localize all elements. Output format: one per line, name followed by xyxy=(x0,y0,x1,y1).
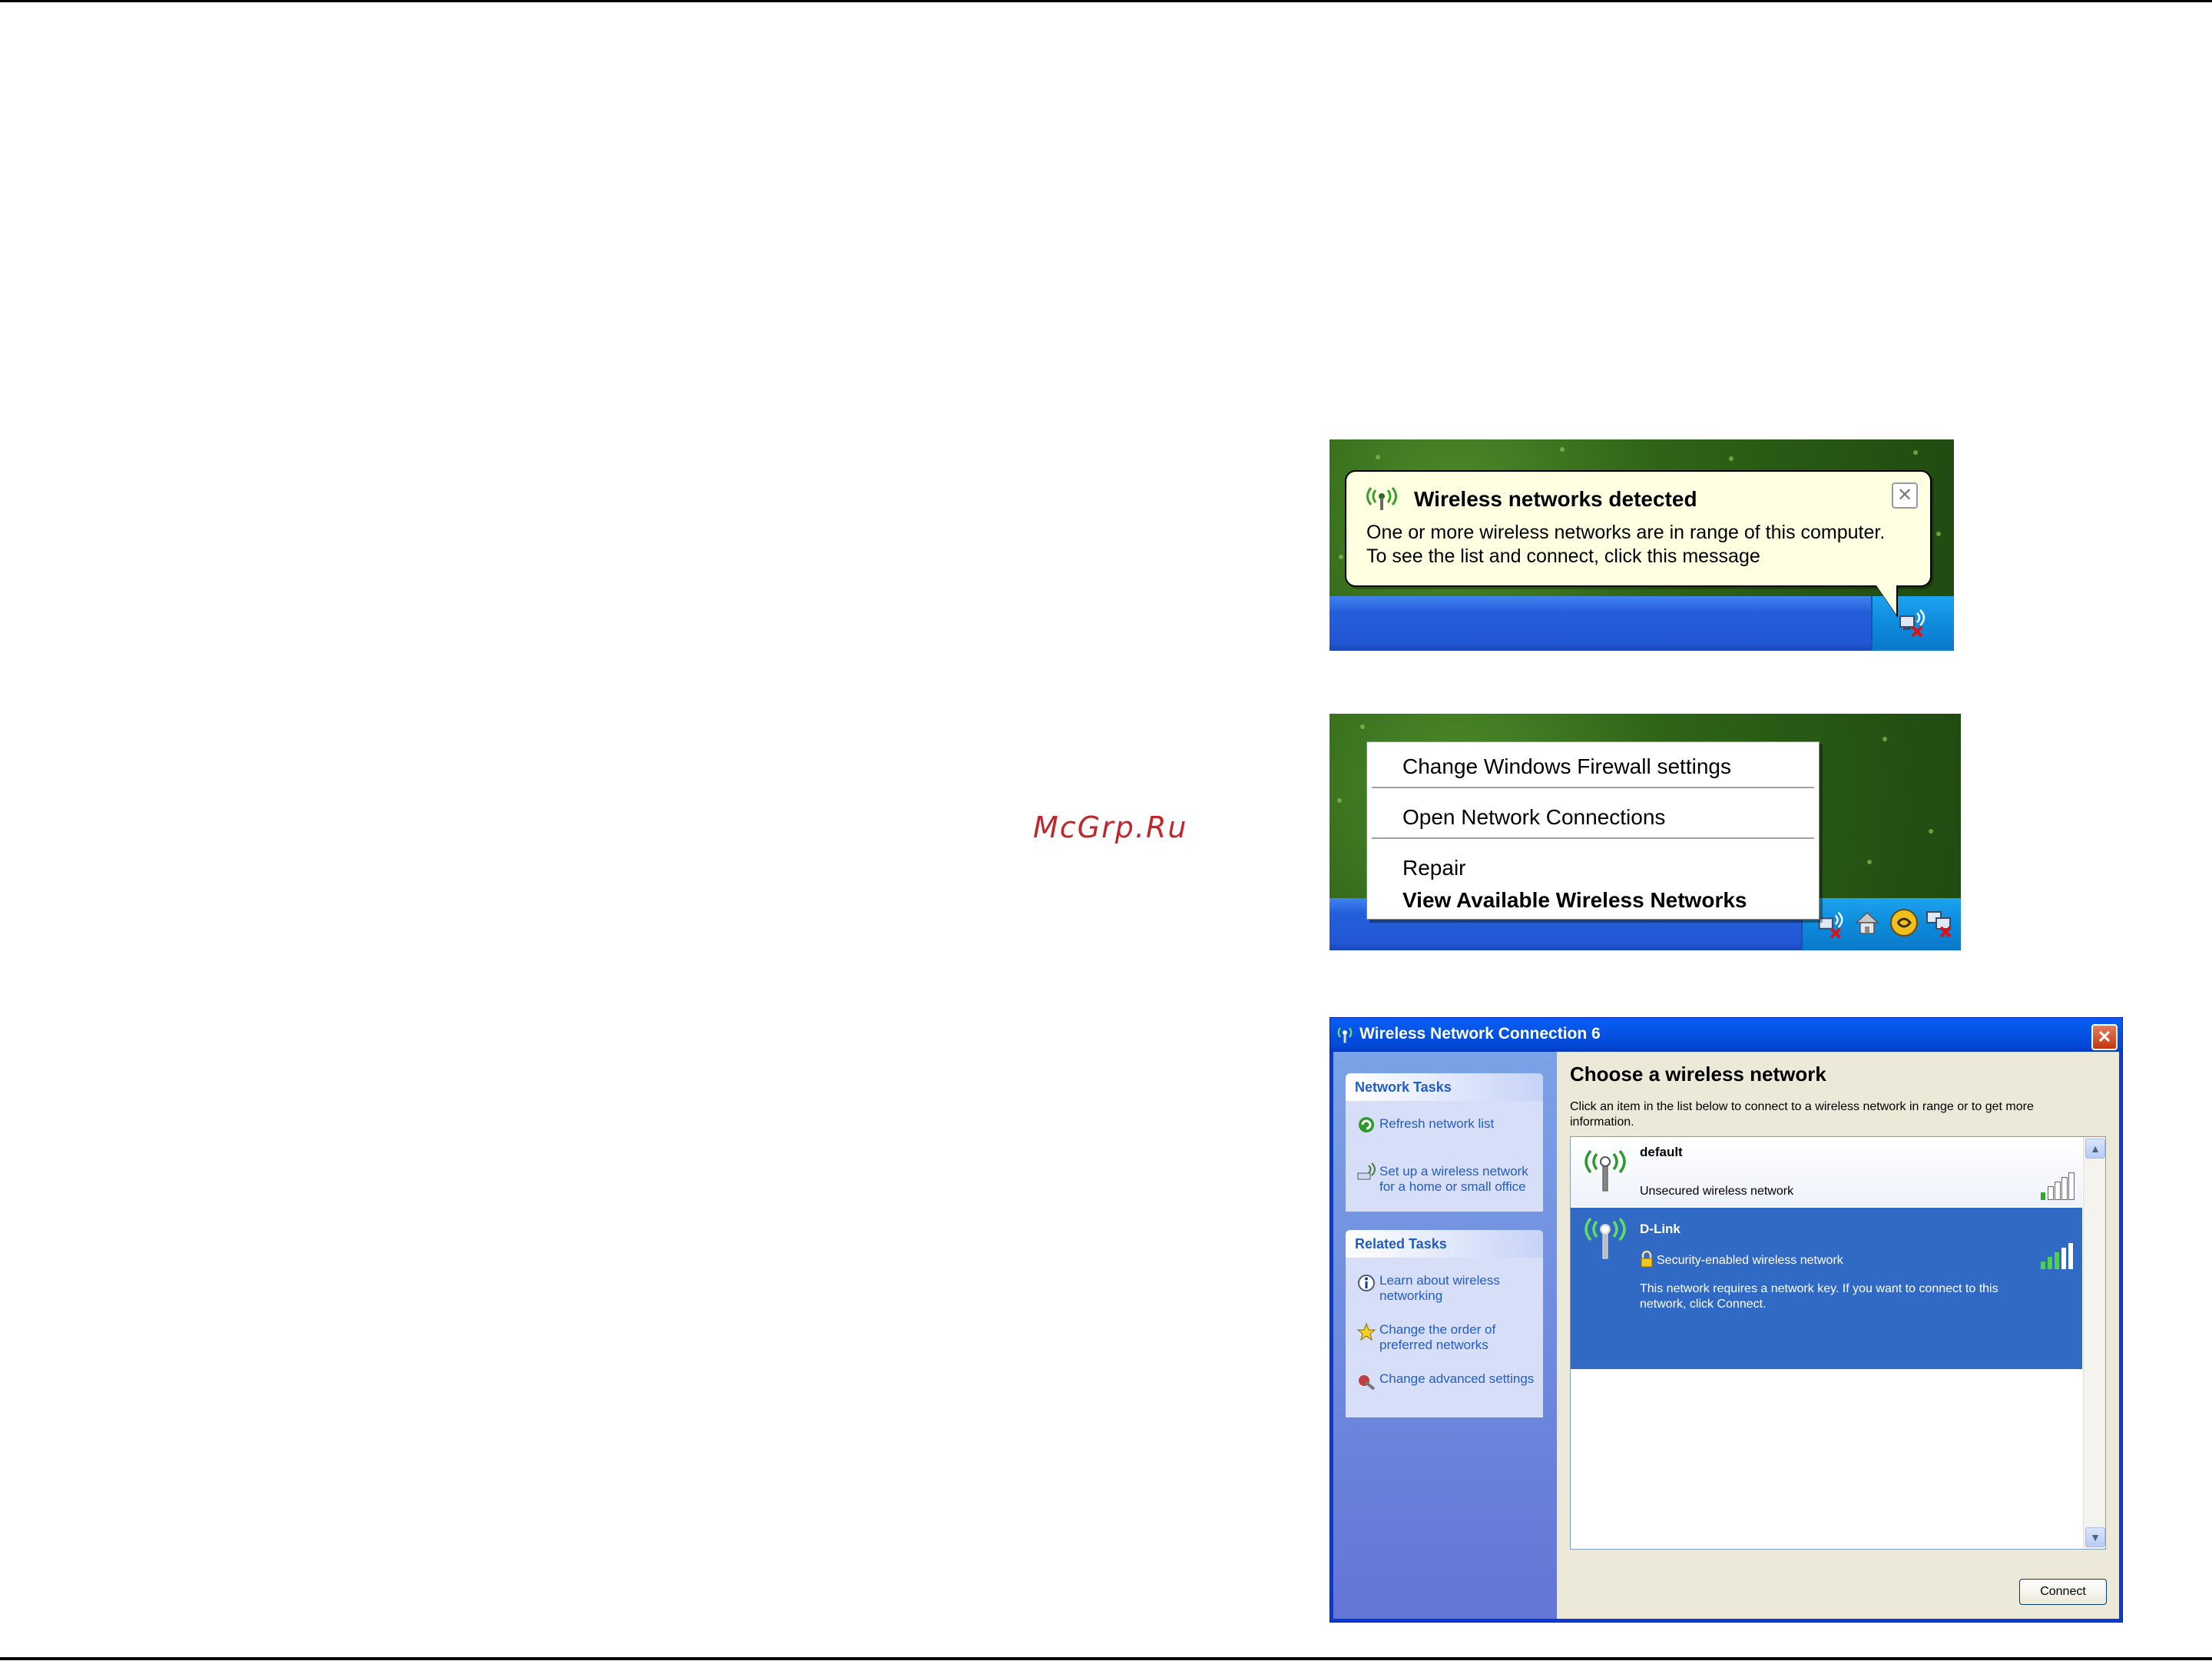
security-shield-icon[interactable] xyxy=(1889,907,1919,938)
context-menu-screenshot: Change Windows Firewall settings Open Ne… xyxy=(1330,714,1961,950)
taskbar xyxy=(1330,596,1954,651)
wireless-network-connection-dialog: Wireless Network Connection 6 ✕ Network … xyxy=(1330,1017,2123,1623)
network-tasks-box: Network Tasks Refresh network list Set u… xyxy=(1346,1073,1543,1212)
settings-icon xyxy=(1359,1375,1376,1391)
refresh-icon xyxy=(1359,1117,1374,1132)
menu-separator xyxy=(1372,837,1814,839)
main-pane: Choose a wireless network Click an item … xyxy=(1557,1052,2119,1619)
wireless-network-list[interactable]: default Unsecured wireless network D-Lin… xyxy=(1570,1136,2106,1550)
menu-item-change-firewall[interactable]: Change Windows Firewall settings xyxy=(1402,754,1731,779)
home-icon[interactable] xyxy=(1853,909,1881,937)
network-name: D-Link xyxy=(1640,1222,1681,1236)
related-tasks-header[interactable]: Related Tasks xyxy=(1346,1230,1543,1258)
network-detail: This network requires a network key. If … xyxy=(1640,1282,1998,1311)
network-disconnected-icon[interactable] xyxy=(1924,907,1956,938)
network-item-default[interactable]: default Unsecured wireless network xyxy=(1571,1137,2082,1206)
top-rule xyxy=(0,0,2212,2)
star-icon xyxy=(1356,1322,1376,1341)
connect-button[interactable]: Connect xyxy=(2019,1579,2107,1605)
system-tray xyxy=(1801,898,1961,950)
signal-strength-icon xyxy=(2041,1172,2076,1200)
network-security-status: Unsecured wireless network xyxy=(1640,1185,1794,1198)
tray-context-menu: Change Windows Firewall settings Open Ne… xyxy=(1366,741,1820,920)
scroll-down-button[interactable]: ▼ xyxy=(2085,1527,2105,1547)
notification-screenshot: Wireless networks detected One or more w… xyxy=(1330,439,1954,651)
balloon-message-line-2: To see the list and connect, click this … xyxy=(1366,545,1760,567)
dialog-body: Network Tasks Refresh network list Set u… xyxy=(1333,1052,2119,1619)
dialog-title: Wireless Network Connection 6 xyxy=(1359,1025,1601,1043)
dialog-titlebar[interactable]: Wireless Network Connection 6 ✕ xyxy=(1330,1018,2122,1052)
signal-strength-icon xyxy=(2041,1243,2076,1269)
menu-separator xyxy=(1372,787,1814,788)
list-scrollbar[interactable]: ▲ ▼ xyxy=(2083,1137,2105,1549)
related-tasks-box: Related Tasks Learn about wireless netwo… xyxy=(1346,1230,1543,1417)
wireless-antenna-icon xyxy=(1366,487,1397,510)
menu-item-open-network-connections[interactable]: Open Network Connections xyxy=(1402,805,1665,830)
wireless-disconnected-tray-icon[interactable] xyxy=(1896,607,1929,638)
dialog-description: Click an item in the list below to conne… xyxy=(1570,1100,2034,1129)
bottom-rule xyxy=(0,1657,2212,1660)
wireless-antenna-icon xyxy=(1584,1149,1626,1192)
balloon-title: Wireless networks detected xyxy=(1414,487,1697,511)
network-security-status: Security-enabled wireless network xyxy=(1657,1254,1843,1267)
wireless-setup-icon xyxy=(1357,1162,1376,1180)
task-change-advanced-settings[interactable]: Change advanced settings xyxy=(1379,1371,1537,1387)
wireless-disconnected-tray-icon[interactable] xyxy=(1815,909,1847,940)
lock-icon xyxy=(1641,1251,1653,1268)
wireless-antenna-icon xyxy=(1337,1027,1353,1043)
task-pane: Network Tasks Refresh network list Set u… xyxy=(1333,1052,1557,1619)
dialog-heading: Choose a wireless network xyxy=(1570,1063,1826,1086)
dialog-close-button[interactable]: ✕ xyxy=(2091,1024,2118,1050)
wireless-antenna-icon xyxy=(1584,1217,1626,1259)
network-name: default xyxy=(1640,1145,1683,1159)
network-item-d-link[interactable]: D-Link Security-enabled wireless network… xyxy=(1571,1208,2082,1369)
menu-item-repair[interactable]: Repair xyxy=(1402,856,1465,880)
balloon-message-line-1: One or more wireless networks are in ran… xyxy=(1366,522,1886,543)
task-change-preferred-order[interactable]: Change the order of preferred networks xyxy=(1379,1322,1537,1353)
balloon-close-button[interactable]: ✕ xyxy=(1892,482,1918,509)
task-refresh-network-list[interactable]: Refresh network list xyxy=(1379,1116,1537,1132)
balloon-message: One or more wireless networks are in ran… xyxy=(1366,521,1927,569)
task-learn-wireless[interactable]: Learn about wireless networking xyxy=(1379,1273,1537,1304)
scroll-up-button[interactable]: ▲ xyxy=(2085,1139,2105,1159)
watermark: McGrp.Ru xyxy=(1033,811,1188,844)
task-setup-wireless-network[interactable]: Set up a wireless network for a home or … xyxy=(1379,1164,1537,1195)
network-tasks-header[interactable]: Network Tasks xyxy=(1346,1073,1543,1101)
info-icon xyxy=(1358,1275,1375,1291)
menu-item-view-wireless-networks[interactable]: View Available Wireless Networks xyxy=(1402,888,1747,913)
wireless-networks-balloon[interactable]: Wireless networks detected One or more w… xyxy=(1345,470,1932,618)
